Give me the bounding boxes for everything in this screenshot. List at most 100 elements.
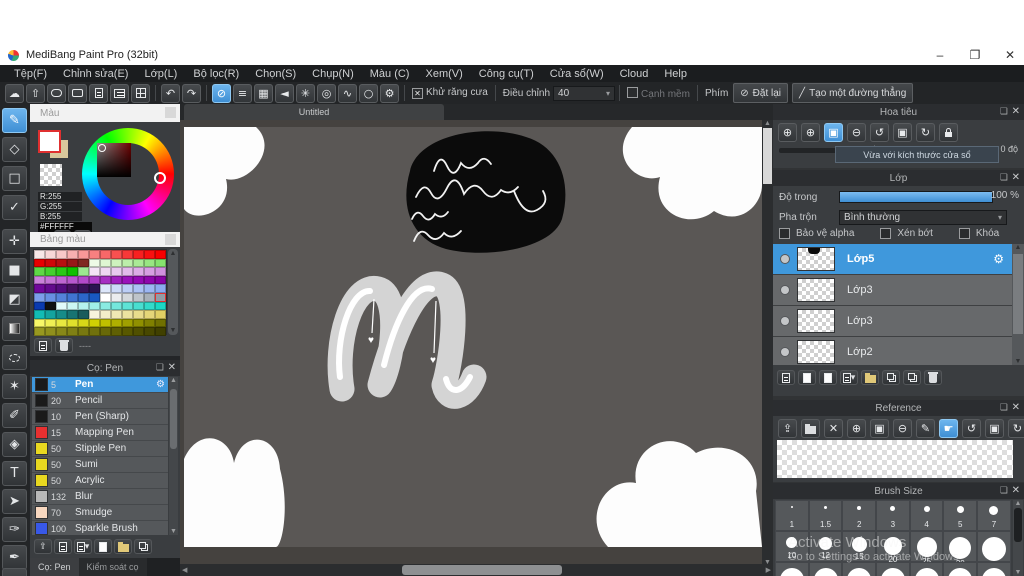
panel-options-button[interactable] bbox=[165, 107, 176, 118]
brush-size-cell[interactable] bbox=[876, 562, 910, 576]
palette-swatch[interactable] bbox=[78, 301, 89, 311]
palette-swatch[interactable] bbox=[144, 275, 155, 285]
scroll-thumb[interactable] bbox=[170, 389, 177, 449]
color-wheel[interactable] bbox=[82, 128, 174, 220]
palette-swatch[interactable] bbox=[144, 258, 155, 268]
palette-swatch[interactable] bbox=[89, 258, 100, 268]
redo-button[interactable]: ↷ bbox=[182, 83, 201, 103]
brush-size-cell[interactable]: 1.5 bbox=[808, 500, 843, 531]
visibility-dot[interactable] bbox=[781, 255, 789, 263]
brush-row[interactable]: 50 Acrylic bbox=[32, 473, 168, 489]
palette-swatch[interactable] bbox=[100, 292, 111, 302]
eyedropper-tool[interactable]: ✒ bbox=[2, 545, 27, 570]
palette-swatch[interactable] bbox=[45, 310, 56, 319]
palette-swatch[interactable] bbox=[122, 318, 133, 328]
brush-size-cell[interactable]: 4 bbox=[909, 500, 944, 531]
brush-size-cell[interactable] bbox=[977, 562, 1011, 576]
palette-swatch[interactable] bbox=[155, 250, 166, 259]
document-tab[interactable]: Untitled bbox=[184, 104, 444, 120]
scroll-up-icon[interactable]: ▲ bbox=[762, 120, 773, 127]
layer-checkbox-2[interactable]: Khóa bbox=[958, 228, 999, 239]
layer-row[interactable]: Lớp5 ⚙ bbox=[773, 244, 1012, 275]
reference-preview[interactable] bbox=[777, 440, 1013, 478]
menu-item-9[interactable]: Cửa sổ(W) bbox=[542, 68, 612, 80]
brush-size-cell[interactable]: 10 bbox=[775, 531, 809, 562]
rotate-right-button[interactable]: ↻ bbox=[916, 123, 935, 142]
scroll-down-icon[interactable]: ▼ bbox=[1013, 569, 1023, 576]
opacity-slider[interactable] bbox=[839, 191, 993, 203]
palette-swatch[interactable] bbox=[111, 318, 122, 328]
grid-snap-button[interactable]: ▦ bbox=[254, 83, 273, 103]
palette-swatch[interactable] bbox=[155, 292, 166, 302]
palette-swatch[interactable] bbox=[133, 258, 144, 268]
zoom-out-button[interactable]: ⊖ bbox=[847, 123, 866, 142]
foreground-color-swatch[interactable] bbox=[38, 130, 61, 153]
palette-swatch[interactable] bbox=[133, 301, 144, 311]
scroll-down-icon[interactable]: ▼ bbox=[168, 327, 178, 334]
palette-swatch[interactable] bbox=[34, 267, 45, 276]
palette-swatch[interactable] bbox=[89, 327, 100, 336]
form-settings-button[interactable] bbox=[110, 83, 129, 103]
palette-swatch[interactable] bbox=[34, 301, 45, 311]
ref-eyedropper-button[interactable]: ✎ bbox=[916, 419, 935, 438]
palette-swatch[interactable] bbox=[67, 275, 78, 285]
comment-bubble-button[interactable] bbox=[68, 83, 87, 103]
palette-swatch[interactable] bbox=[155, 267, 166, 276]
ref-rotate-right-button[interactable]: ↻ bbox=[1008, 419, 1024, 438]
layer-row[interactable]: Lớp3 bbox=[773, 306, 1012, 337]
palette-swatch[interactable] bbox=[144, 310, 155, 319]
palette-swatch[interactable] bbox=[89, 318, 100, 328]
close-button[interactable]: ✕ bbox=[995, 45, 1024, 65]
palette-swatch[interactable] bbox=[34, 318, 45, 328]
brush-size-cell[interactable] bbox=[808, 562, 843, 576]
layer-checkbox-1[interactable]: Xén bớt bbox=[880, 228, 933, 239]
palette-swatch[interactable] bbox=[89, 250, 100, 259]
palette-swatch[interactable] bbox=[78, 250, 89, 259]
palette-swatch[interactable] bbox=[78, 267, 89, 276]
palette-swatch[interactable] bbox=[67, 267, 78, 276]
parallel-lines-button[interactable]: ≡ bbox=[233, 83, 252, 103]
visibility-dot[interactable] bbox=[781, 286, 789, 294]
lock-button[interactable] bbox=[939, 123, 958, 142]
reset-view-button[interactable]: ▣ bbox=[893, 123, 912, 142]
popout-icon[interactable]: ❏ bbox=[1000, 106, 1008, 117]
layer-folder-button[interactable] bbox=[861, 370, 879, 385]
palette-swatch[interactable] bbox=[133, 327, 144, 336]
menu-item-4[interactable]: Chọn(S) bbox=[247, 68, 304, 80]
polyline-tool[interactable]: ✓ bbox=[2, 195, 27, 220]
menu-item-2[interactable]: Lớp(L) bbox=[136, 68, 185, 80]
sv-cursor[interactable] bbox=[98, 144, 106, 152]
gear-icon[interactable]: ⚙ bbox=[156, 379, 165, 390]
scroll-left-icon[interactable]: ◀ bbox=[182, 566, 187, 574]
brush-size-cell[interactable] bbox=[943, 562, 978, 576]
palette-swatch[interactable] bbox=[78, 258, 89, 268]
palette-swatch[interactable] bbox=[89, 267, 100, 276]
palette-swatch[interactable] bbox=[144, 301, 155, 311]
fit-window-button[interactable]: ▣ bbox=[824, 123, 843, 142]
brush-size-cell[interactable]: 20 bbox=[876, 531, 910, 564]
ref-cloud-button[interactable]: ⇪ bbox=[778, 419, 797, 438]
brush-size-cell[interactable]: 25 bbox=[909, 531, 944, 566]
magic-wand-tool[interactable]: ✶ bbox=[2, 374, 27, 399]
scroll-down-icon[interactable]: ▼ bbox=[1012, 358, 1024, 365]
palette-swatch[interactable] bbox=[67, 292, 78, 302]
popout-icon[interactable]: ❏ bbox=[1000, 485, 1008, 496]
palette-swatch[interactable] bbox=[133, 292, 144, 302]
transparent-color-swatch[interactable] bbox=[40, 164, 62, 186]
palette-swatch[interactable] bbox=[122, 267, 133, 276]
palette-swatch[interactable] bbox=[56, 267, 67, 276]
soft-edge-checkbox[interactable]: Cạnh mềm bbox=[627, 86, 690, 100]
brush-row[interactable]: 10 Pen (Sharp) bbox=[32, 409, 168, 425]
canvas-vertical-scrollbar[interactable]: ▲ ▼ bbox=[762, 120, 773, 566]
ref-fit-button[interactable]: ▣ bbox=[870, 419, 889, 438]
palette-swatch[interactable] bbox=[34, 275, 45, 285]
panel-options-button[interactable] bbox=[165, 234, 176, 245]
menu-item-7[interactable]: Xem(V) bbox=[417, 68, 470, 80]
palette-swatch[interactable] bbox=[89, 301, 100, 311]
brush-row[interactable]: 20 Pencil bbox=[32, 393, 168, 409]
palette-swatch[interactable] bbox=[144, 250, 155, 259]
palette-swatch[interactable] bbox=[122, 284, 133, 293]
brush-row[interactable]: 70 Smudge bbox=[32, 505, 168, 521]
menu-item-8[interactable]: Công cụ(T) bbox=[471, 68, 542, 80]
palette-swatch[interactable] bbox=[122, 301, 133, 311]
